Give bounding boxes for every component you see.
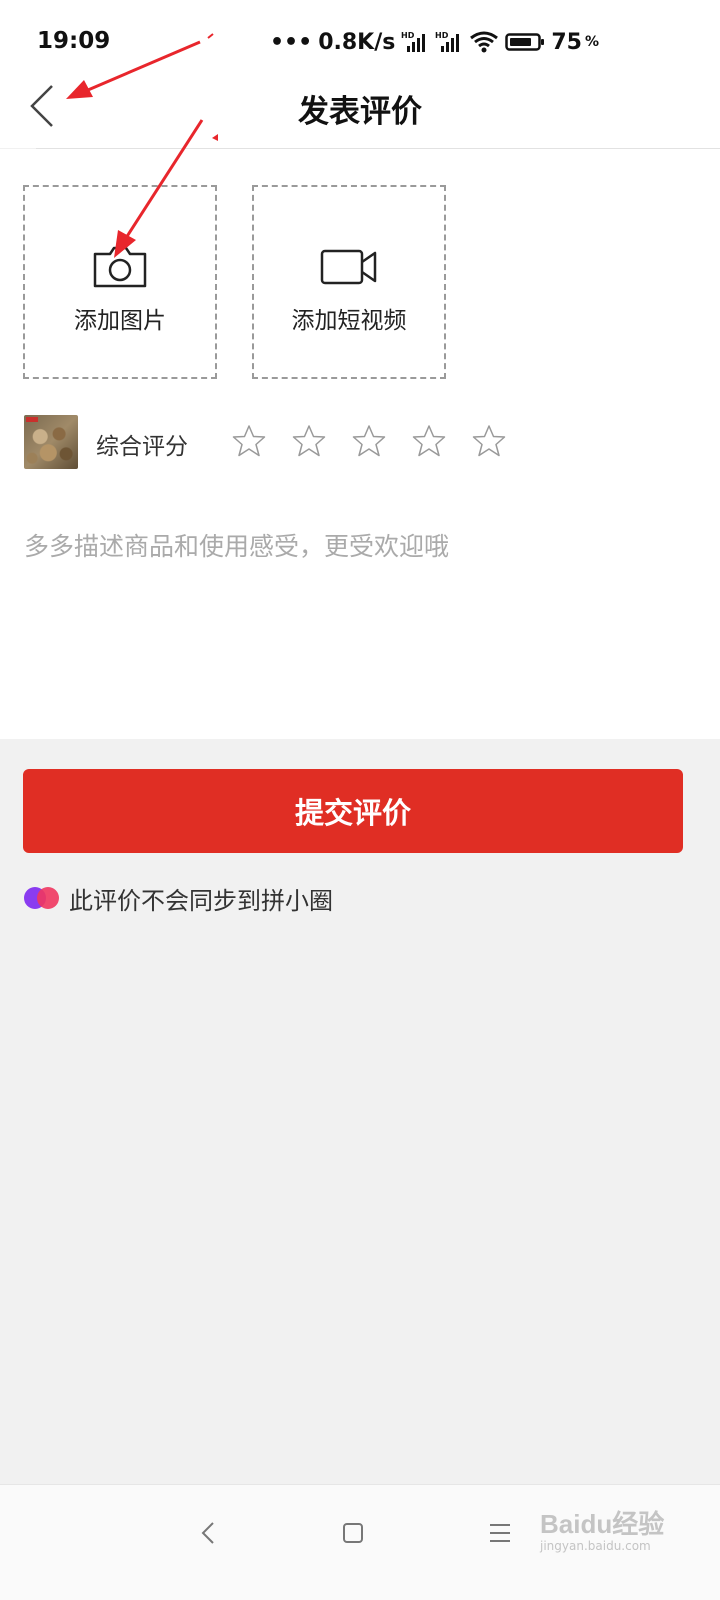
star-5-icon[interactable] [472, 424, 506, 458]
status-time: 19:09 [37, 28, 111, 54]
status-bar: 19:09 ••• 0.8K/s HD HD 75 % [0, 0, 720, 80]
add-video-button[interactable]: 添加短视频 [252, 185, 446, 379]
review-screen: 19:09 ••• 0.8K/s HD HD 75 % 发表评价 添加图片 添加… [0, 0, 720, 1600]
review-form: 添加图片 添加短视频 综合评分 [0, 149, 720, 739]
add-video-label: 添加短视频 [291, 308, 407, 334]
overall-rating-label: 综合评分 [96, 434, 188, 460]
page-title: 发表评价 [298, 94, 422, 130]
star-1-icon[interactable] [232, 424, 266, 458]
battery-icon [505, 33, 545, 51]
camera-icon [93, 245, 147, 289]
battery-level: 75 [551, 29, 582, 55]
star-3-icon[interactable] [352, 424, 386, 458]
nav-back-icon [201, 1522, 214, 1544]
signal-icon: HD [435, 31, 460, 52]
header: 发表评价 [0, 80, 720, 148]
network-speed: 0.8K/s [318, 29, 396, 55]
signal-icon: HD [401, 31, 426, 52]
add-photo-label: 添加图片 [74, 308, 166, 334]
overall-rating-row: 综合评分 [24, 415, 704, 469]
watermark: Baidu经验 jingyan.baidu.com [540, 1504, 664, 1553]
watermark-brand: Baidu经验 [540, 1509, 665, 1539]
wifi-icon [470, 31, 499, 53]
nav-home-button[interactable] [325, 1511, 381, 1555]
sync-notice: 此评价不会同步到拼小圈 [23, 880, 333, 916]
nav-menu-icon [490, 1524, 510, 1542]
status-indicators: ••• 0.8K/s HD HD 75 % [270, 26, 599, 58]
svg-text:HD: HD [401, 31, 415, 40]
nav-back-button[interactable] [180, 1511, 236, 1555]
star-2-icon[interactable] [292, 424, 326, 458]
svg-text:HD: HD [435, 31, 449, 40]
add-photo-button[interactable]: 添加图片 [23, 185, 217, 379]
star-4-icon[interactable] [412, 424, 446, 458]
more-dots-icon: ••• [270, 29, 313, 55]
sync-notice-text: 此评价不会同步到拼小圈 [69, 886, 333, 915]
submit-review-button[interactable]: 提交评价 [23, 769, 683, 853]
review-text-input[interactable] [24, 527, 696, 687]
product-thumbnail [24, 415, 78, 469]
nav-menu-button[interactable] [472, 1511, 528, 1555]
battery-unit: % [584, 34, 599, 50]
circle-logo-icon [24, 887, 59, 909]
video-camera-icon [320, 245, 378, 289]
nav-home-icon [343, 1523, 363, 1543]
star-rating [232, 424, 506, 458]
watermark-url: jingyan.baidu.com [540, 1539, 651, 1553]
